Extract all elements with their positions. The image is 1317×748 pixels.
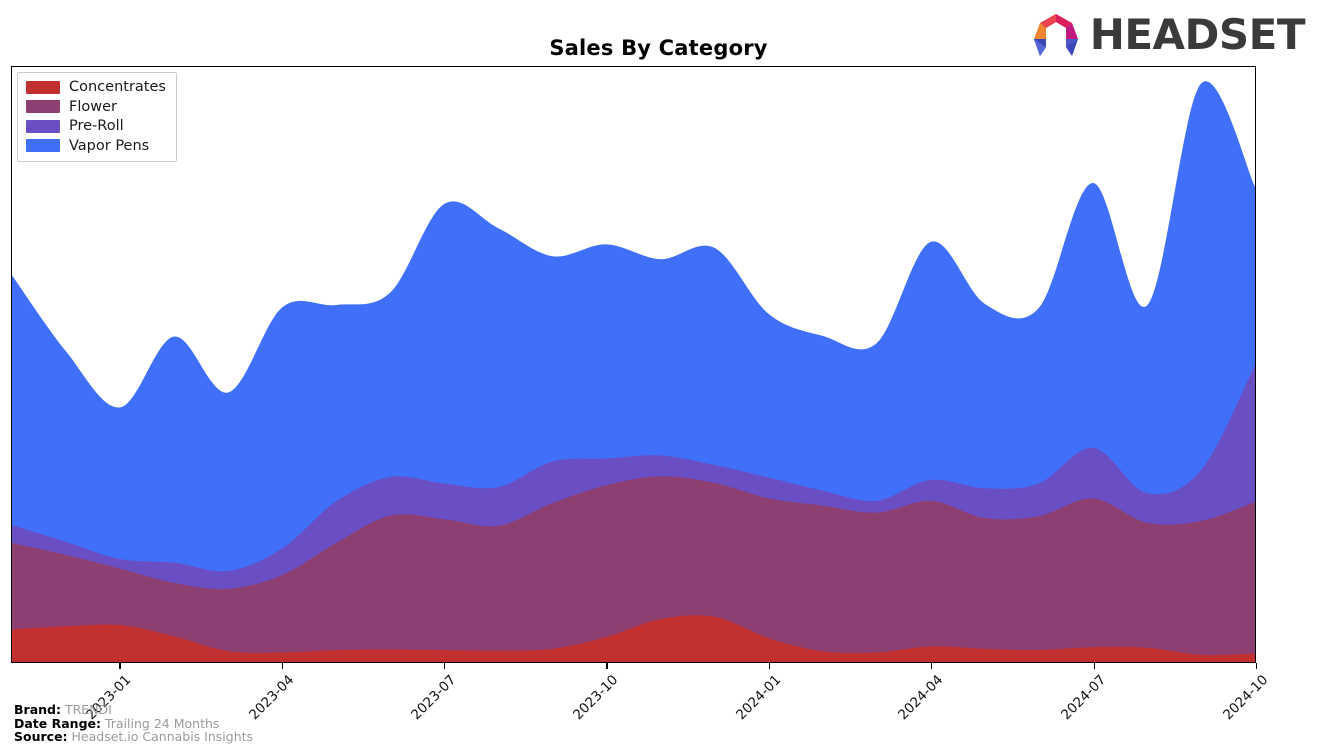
legend-item-concentrates[interactable]: Concentrates — [26, 80, 166, 95]
legend-swatch-icon — [26, 100, 60, 114]
legend-item-pre-roll[interactable]: Pre-Roll — [26, 119, 166, 134]
x-axis-tick-label: 2024-07 — [1057, 672, 1109, 724]
x-axis-tick-mark — [281, 663, 283, 669]
legend-swatch-icon — [26, 80, 60, 94]
footer-source-value: Headset.io Cannabis Insights — [71, 729, 254, 745]
chart-footer: Brand: TRENDI Date Range: Trailing 24 Mo… — [14, 703, 253, 744]
plot-area — [11, 66, 1256, 663]
x-axis-tick-label: 2024-10 — [1220, 672, 1272, 724]
legend-item-flower[interactable]: Flower — [26, 98, 166, 115]
x-axis-tick-mark — [444, 663, 446, 669]
x-axis-tick-label: 2023-10 — [570, 672, 622, 724]
x-axis-tick-mark — [606, 663, 608, 669]
footer-brand-row: Brand: TRENDI — [14, 703, 253, 717]
legend-item-label: Pre-Roll — [69, 118, 124, 134]
x-axis-tick-mark — [931, 663, 933, 669]
headset-hexagon-logo-icon — [1033, 14, 1078, 56]
legend-item-label: Vapor Pens — [69, 137, 150, 154]
legend-item-label: Flower — [69, 98, 117, 115]
legend-item-label: Concentrates — [69, 79, 166, 95]
x-axis-tick-mark — [1093, 663, 1095, 669]
chart-legend: Concentrates Flower Pre-Roll Vapor Pens — [17, 72, 177, 162]
legend-item-vapor-pens[interactable]: Vapor Pens — [26, 137, 166, 154]
x-axis-tick-mark — [1256, 663, 1258, 669]
footer-date-range-row: Date Range: Trailing 24 Months — [14, 717, 253, 731]
stacked-area-plot — [12, 81, 1255, 662]
x-axis-tick-label: 2024-01 — [732, 672, 785, 724]
headset-logo: HEADSET — [1030, 10, 1306, 60]
x-axis-tick-label: 2023-07 — [408, 672, 460, 724]
sales-by-category-chart-page: Sales By Category HEADSET Concentrates Fl… — [0, 0, 1317, 748]
legend-swatch-icon — [26, 119, 60, 133]
x-axis-tick-label: 2024-04 — [895, 672, 947, 724]
x-axis-tick-mark — [119, 663, 121, 669]
footer-source-row: Source: Headset.io Cannabis Insights — [14, 730, 253, 744]
footer-source-key: Source: — [14, 729, 68, 745]
legend-swatch-icon — [26, 139, 60, 153]
x-axis-tick-mark — [768, 663, 771, 669]
logo-wordmark: HEADSET — [1089, 10, 1306, 59]
